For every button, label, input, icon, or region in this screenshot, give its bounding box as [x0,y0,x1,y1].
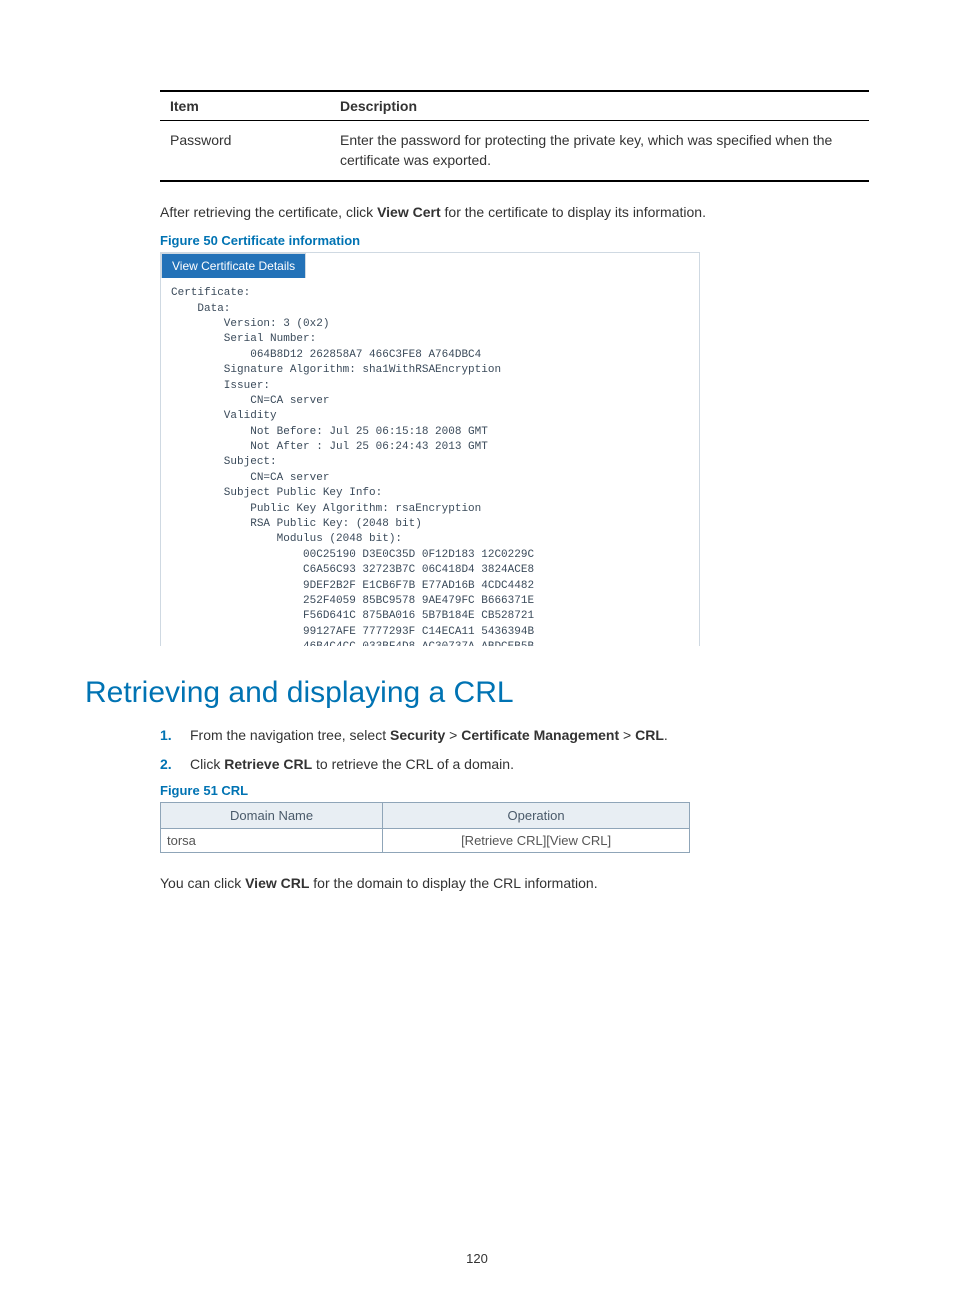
col-item-header: Item [160,91,330,121]
final-suffix: for the domain to display the CRL inform… [309,875,597,891]
certificate-text: Certificate: Data: Version: 3 (0x2) Seri… [161,278,699,646]
view-cert-label: View Cert [377,204,441,220]
nav-cert-mgmt: Certificate Management [461,727,619,743]
crl-operation-cell[interactable]: [Retrieve CRL][View CRL] [383,829,690,853]
step-2: Click Retrieve CRL to retrieve the CRL o… [160,754,869,775]
procedure-steps: From the navigation tree, select Securit… [160,725,869,775]
text-suffix: for the certificate to display its infor… [441,204,706,220]
step1-prefix: From the navigation tree, select [190,727,390,743]
step-1: From the navigation tree, select Securit… [160,725,869,746]
crl-table: Domain Name Operation torsa [Retrieve CR… [160,802,690,853]
step2-suffix: to retrieve the CRL of a domain. [312,756,514,772]
section-heading: Retrieving and displaying a CRL [85,676,869,710]
col-description-header: Description [330,91,869,121]
final-prefix: You can click [160,875,245,891]
step2-prefix: Click [190,756,224,772]
figure-51-caption: Figure 51 CRL [160,783,869,798]
crl-domain-header: Domain Name [161,803,383,829]
description-cell: Enter the password for protecting the pr… [330,121,869,182]
sep1: > [445,727,461,743]
certificate-details-panel: View Certificate Details Certificate: Da… [160,252,700,646]
parameter-table: Item Description Password Enter the pass… [160,90,869,182]
page-number: 120 [0,1251,954,1266]
crl-row: torsa [Retrieve CRL][View CRL] [161,829,690,853]
nav-security: Security [390,727,445,743]
crl-domain-cell: torsa [161,829,383,853]
sep2: > [619,727,635,743]
after-retrieve-text: After retrieving the certificate, click … [160,202,869,223]
table-row: Password Enter the password for protecti… [160,121,869,182]
figure-50-caption: Figure 50 Certificate information [160,233,869,248]
view-certificate-tab[interactable]: View Certificate Details [161,253,306,278]
final-text: You can click View CRL for the domain to… [160,873,869,894]
text-prefix: After retrieving the certificate, click [160,204,377,220]
tab-row: View Certificate Details [161,253,699,278]
nav-crl: CRL [635,727,664,743]
view-crl-label: View CRL [245,875,309,891]
step1-end: . [664,727,668,743]
retrieve-crl-label: Retrieve CRL [224,756,312,772]
item-cell: Password [160,121,330,182]
crl-operation-header: Operation [383,803,690,829]
